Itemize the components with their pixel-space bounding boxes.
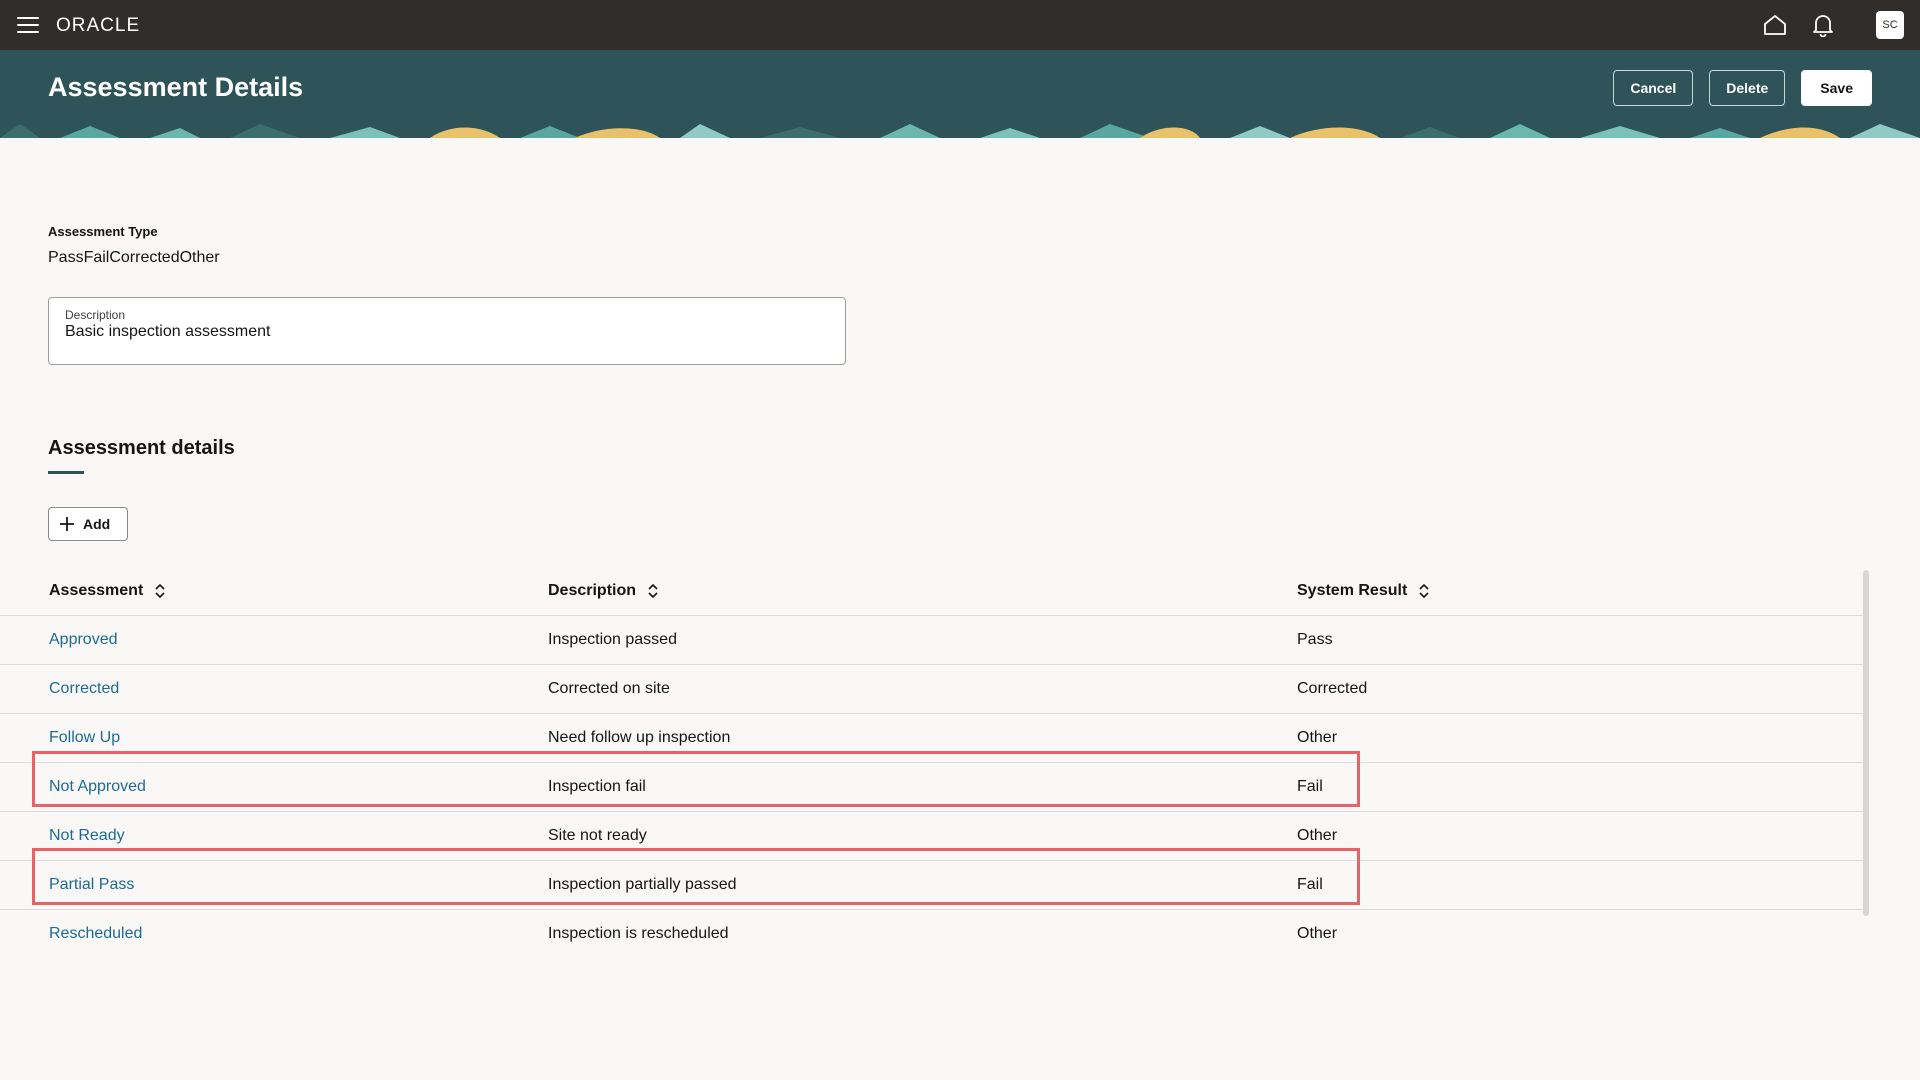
description-cell: Site not ready	[548, 827, 647, 844]
home-icon[interactable]	[1762, 12, 1788, 38]
description-field-value[interactable]: Basic inspection assessment	[65, 323, 270, 341]
user-avatar[interactable]: SC	[1876, 11, 1904, 39]
page-title: Assessment Details	[48, 72, 304, 102]
save-button[interactable]: Save	[1801, 70, 1872, 106]
column-header-assessment[interactable]: Assessment	[49, 567, 165, 615]
column-header-system-result[interactable]: System Result	[1297, 567, 1429, 615]
system-result-cell: Other	[1297, 827, 1338, 844]
assessment-link[interactable]: Approved	[49, 616, 118, 664]
bell-icon[interactable]	[1810, 12, 1836, 38]
table-row[interactable]: Follow Up Need follow up inspection Othe…	[0, 714, 1866, 763]
banner-decoration	[0, 124, 1920, 138]
header-actions: Cancel Delete Save	[1613, 70, 1872, 106]
column-header-label: Assessment	[49, 582, 144, 599]
sort-icon	[648, 583, 658, 599]
description-cell: Inspection fail	[548, 778, 646, 795]
plus-icon	[60, 517, 74, 531]
add-button-label: Add	[83, 516, 111, 532]
assessment-table: Assessment Description System Result App…	[0, 567, 1866, 958]
section-title: Assessment details	[48, 437, 235, 459]
assessment-link[interactable]: Rescheduled	[49, 910, 142, 958]
system-result-cell: Other	[1297, 925, 1338, 942]
column-header-description[interactable]: Description	[548, 567, 658, 615]
description-field-label: Description	[65, 308, 126, 322]
table-scrollbar[interactable]	[1863, 570, 1869, 916]
system-result-cell: Pass	[1297, 631, 1333, 648]
system-result-cell: Other	[1297, 729, 1338, 746]
description-cell: Inspection is rescheduled	[548, 925, 729, 942]
system-result-cell: Corrected	[1297, 680, 1368, 697]
assessment-link[interactable]: Not Ready	[49, 812, 125, 860]
description-cell: Inspection partially passed	[548, 876, 737, 893]
column-header-label: System Result	[1297, 582, 1408, 599]
description-cell: Inspection passed	[548, 631, 677, 648]
assessment-link[interactable]: Partial Pass	[49, 861, 134, 909]
table-header-row: Assessment Description System Result	[0, 567, 1866, 616]
system-result-cell: Fail	[1297, 876, 1323, 893]
add-button[interactable]: Add	[48, 507, 128, 541]
table-row[interactable]: Corrected Corrected on site Corrected	[0, 665, 1866, 714]
assessment-link[interactable]: Corrected	[49, 665, 119, 713]
description-cell: Corrected on site	[548, 680, 670, 697]
assessment-type-value: PassFailCorrectedOther	[48, 249, 220, 266]
header-icons: SC	[1762, 0, 1904, 50]
page-header: Assessment Details Cancel Delete Save	[0, 50, 1920, 138]
delete-button[interactable]: Delete	[1709, 70, 1786, 106]
menu-icon[interactable]	[17, 17, 39, 33]
global-header: ORACLE SC	[0, 0, 1920, 50]
table-row[interactable]: Partial Pass Inspection partially passed…	[0, 861, 1866, 910]
table-row[interactable]: Not Ready Site not ready Other	[0, 812, 1866, 861]
assessment-link[interactable]: Follow Up	[49, 714, 120, 762]
description-field[interactable]: Description Basic inspection assessment	[48, 297, 846, 365]
description-cell: Need follow up inspection	[548, 729, 731, 746]
oracle-logo: ORACLE	[56, 15, 141, 36]
column-header-label: Description	[548, 582, 637, 599]
assessment-link[interactable]: Not Approved	[49, 763, 146, 811]
table-row[interactable]: Rescheduled Inspection is rescheduled Ot…	[0, 910, 1866, 958]
assessment-type-label: Assessment Type	[48, 224, 158, 239]
table-row[interactable]: Approved Inspection passed Pass	[0, 616, 1866, 665]
sort-icon	[1419, 583, 1429, 599]
table-row[interactable]: Not Approved Inspection fail Fail	[0, 763, 1866, 812]
sort-icon	[155, 583, 165, 599]
system-result-cell: Fail	[1297, 778, 1323, 795]
section-title-underline	[48, 471, 84, 474]
cancel-button[interactable]: Cancel	[1613, 70, 1694, 106]
